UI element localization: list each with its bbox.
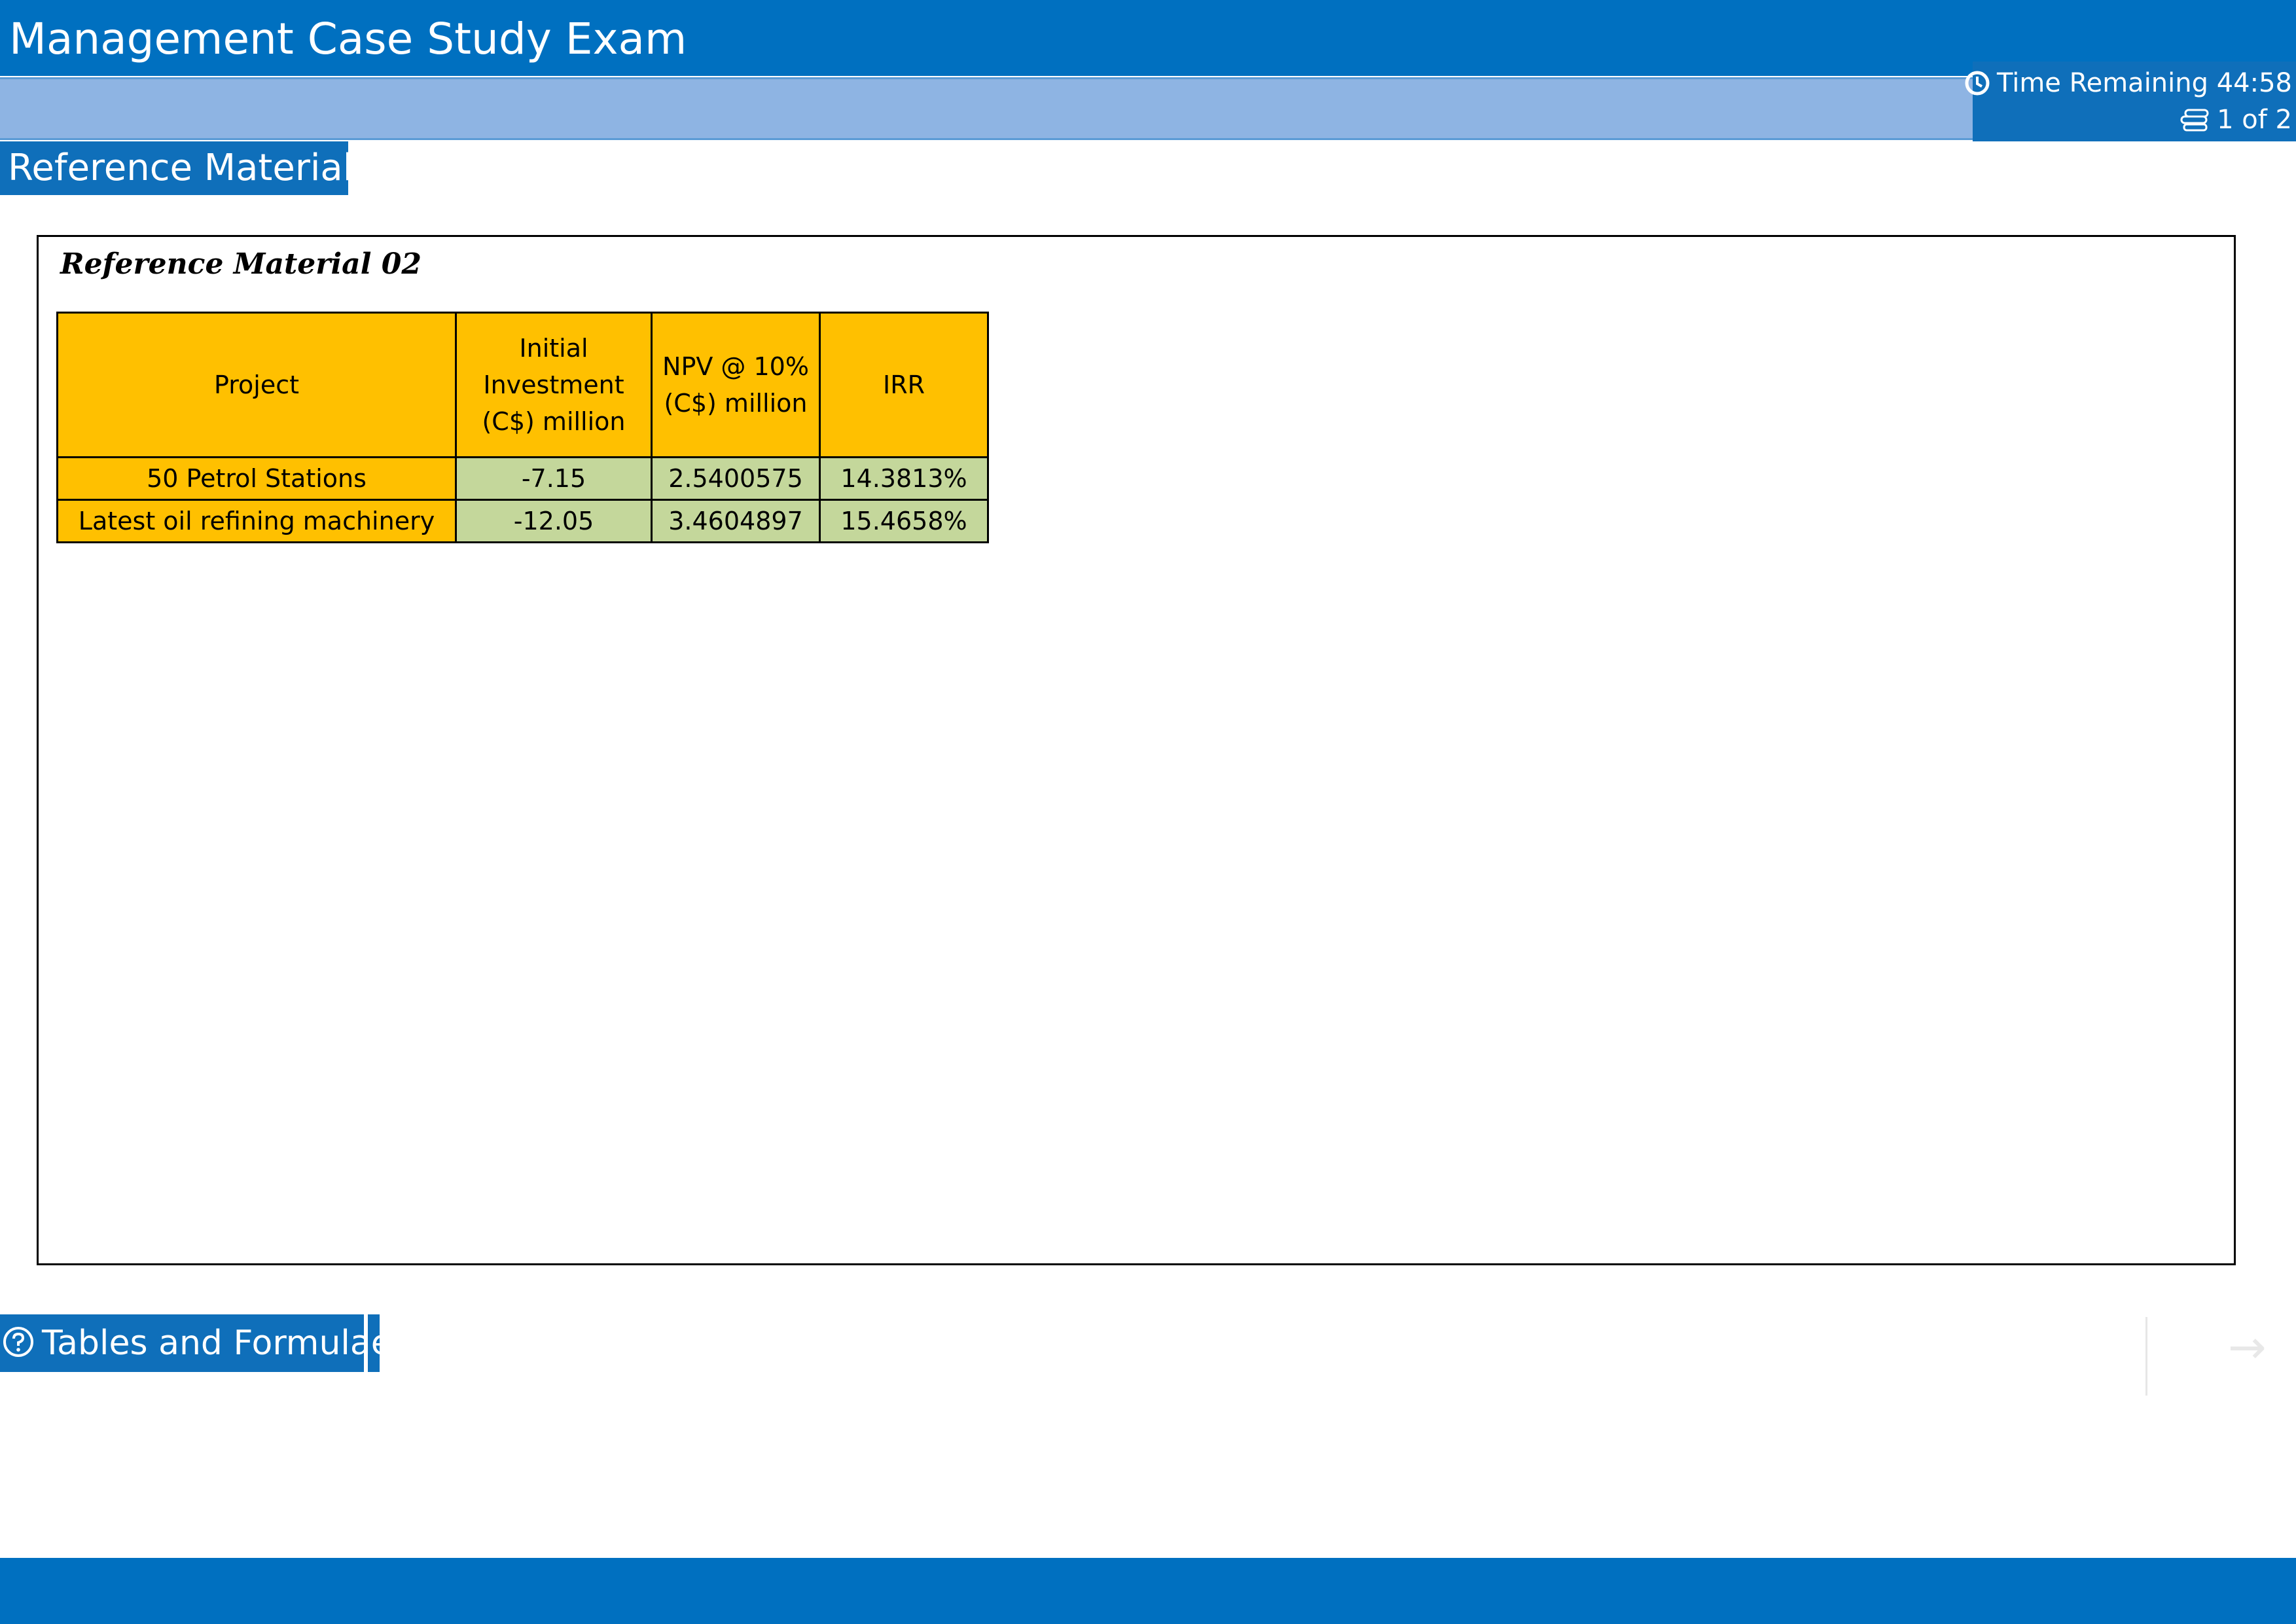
investment-cell: -12.05 — [455, 499, 653, 543]
tables-and-formulae-label: Tables and Formulae — [42, 1324, 392, 1363]
pages-icon — [2180, 109, 2209, 132]
reference-panel: Reference Material 02 Project Initial In… — [37, 235, 2236, 1265]
irr-cell: 14.3813% — [819, 456, 989, 501]
column-header-text: NPV @ 10% (C$) million — [662, 352, 809, 418]
reference-material-tab-label: Reference Material — [8, 147, 353, 189]
button-separator — [364, 1314, 368, 1372]
column-header: Project — [56, 312, 457, 458]
column-header-text: Initial Investment (C$) million — [482, 334, 626, 436]
column-header: Initial Investment (C$) million — [455, 312, 653, 458]
clock-icon — [1965, 71, 1990, 96]
page-indicator-label: 1 of 2 — [2217, 105, 2292, 135]
help-circle-icon — [3, 1327, 33, 1357]
reference-material-tab[interactable]: Reference Material — [0, 141, 353, 195]
investment-cell: -7.15 — [455, 456, 653, 501]
table-header-row: Project Initial Investment (C$) million … — [56, 312, 989, 458]
time-remaining: Time Remaining 44:58 — [1964, 68, 2292, 98]
exam-footer — [0, 1558, 2296, 1624]
irr-cell: 15.4658% — [819, 499, 989, 543]
column-header: NPV @ 10% (C$) million — [651, 312, 821, 458]
status-panel: Time Remaining 44:58 1 of 2 — [1965, 62, 2296, 141]
page-indicator: 1 of 2 — [2179, 105, 2292, 135]
column-header: IRR — [819, 312, 989, 458]
next-arrow-icon[interactable]: → — [2228, 1324, 2267, 1371]
npv-cell: 3.4604897 — [651, 499, 821, 543]
npv-cell: 2.5400575 — [651, 456, 821, 501]
reference-table: Project Initial Investment (C$) million … — [56, 312, 989, 543]
nav-divider — [2145, 1317, 2147, 1396]
reference-heading: Reference Material 02 — [60, 247, 422, 281]
project-cell: 50 Petrol Stations — [56, 456, 457, 501]
tables-and-formulae-button[interactable]: Tables and Formulae — [0, 1314, 392, 1372]
time-remaining-label: Time Remaining 44:58 — [1997, 68, 2292, 98]
exam-title: Management Case Study Exam — [9, 14, 687, 64]
table-row: 50 Petrol Stations -7.15 2.5400575 14.38… — [56, 456, 989, 501]
exam-header: Management Case Study Exam — [0, 0, 2296, 76]
project-cell: Latest oil refining machinery — [56, 499, 457, 543]
table-row: Latest oil refining machinery -12.05 3.4… — [56, 499, 989, 543]
toolbar-strip — [0, 77, 1973, 140]
